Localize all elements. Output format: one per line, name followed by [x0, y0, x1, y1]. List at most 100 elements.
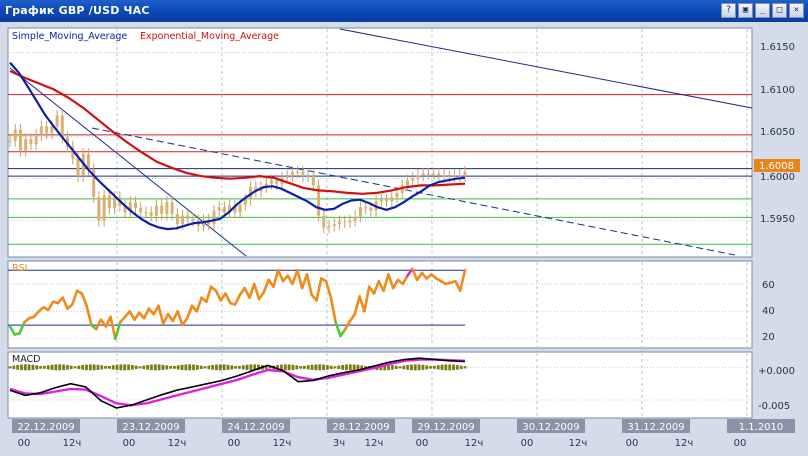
price-bar-body	[395, 192, 399, 198]
macd-histogram-bar	[77, 365, 81, 370]
price-bar-body	[170, 202, 174, 214]
macd-histogram-bar	[402, 365, 406, 370]
macd-histogram-bar	[12, 365, 16, 370]
macd-histogram-bar	[96, 364, 100, 370]
price-bar-body	[437, 173, 441, 176]
macd-histogram-bar	[153, 364, 157, 371]
macd-histogram-bar	[241, 365, 245, 370]
macd-histogram-bar	[100, 365, 104, 370]
price-tick: 1.6100	[760, 85, 795, 96]
macd-histogram-bar	[108, 365, 111, 369]
macd-histogram-bar	[452, 364, 455, 371]
macd-histogram-bar	[390, 365, 394, 370]
macd-histogram-bar	[394, 365, 398, 370]
current-price-label: 1.6008	[759, 161, 794, 172]
macd-histogram-bar	[249, 364, 253, 371]
macd-histogram-bar	[92, 364, 96, 371]
macd-histogram-bar	[69, 365, 73, 370]
macd-histogram-bar	[62, 364, 65, 371]
macd-histogram-bar	[127, 364, 130, 371]
price-bar-body	[76, 158, 80, 177]
macd-histogram-bar	[436, 365, 440, 370]
macd-histogram-bar	[406, 364, 410, 370]
price-bar-body	[337, 221, 341, 225]
price-bar-body	[343, 221, 347, 223]
price-bar-body	[442, 175, 446, 177]
macd-histogram-bar	[291, 364, 295, 370]
legend-ema: Exponential_Moving_Average	[140, 31, 279, 42]
price-bar-body	[39, 126, 43, 135]
macd-histogram-bar	[444, 364, 448, 371]
macd-histogram-bar	[119, 364, 123, 371]
price-bar-body	[379, 199, 383, 202]
price-bar-body	[290, 171, 294, 177]
macd-histogram-bar	[180, 364, 184, 370]
price-bar-body	[181, 215, 185, 225]
price-bar-body	[212, 210, 216, 225]
price-bar-body	[50, 126, 54, 134]
price-bar-body	[411, 177, 415, 181]
macd-histogram-bar	[73, 366, 77, 369]
macd-histogram-bar	[203, 366, 207, 369]
macd-histogram-bar	[425, 365, 429, 370]
macd-histogram-bar	[211, 364, 215, 370]
macd-histogram-bar	[207, 365, 211, 370]
price-bar-body	[385, 199, 389, 202]
macd-histogram-bar	[165, 365, 169, 370]
macd-histogram-bar	[104, 366, 107, 369]
macd-histogram-bar	[287, 364, 291, 371]
macd-histogram-bar	[20, 364, 23, 371]
macd-histogram-bar	[65, 365, 69, 370]
macd-histogram-bar	[31, 364, 35, 370]
price-bar-body	[149, 212, 153, 216]
macd-histogram-bar	[421, 364, 425, 370]
macd-histogram-bar	[318, 364, 322, 371]
rsi-tick: 40	[762, 306, 775, 317]
price-bar-body	[306, 176, 310, 178]
rsi-label: RSI	[12, 263, 27, 274]
price-bar-body	[426, 173, 430, 175]
chart-window: График GBP /USD ЧАС ? ▣ _ □ ✕ Simple_Mov…	[0, 0, 808, 456]
macd-histogram-bar	[184, 364, 188, 371]
price-bar-body	[165, 202, 169, 214]
macd-histogram-bar	[398, 366, 402, 369]
macd-histogram-bar	[8, 366, 12, 369]
price-bar-body	[358, 207, 362, 217]
chart-canvas[interactable]: Simple_Moving_Average Exponential_Moving…	[0, 0, 808, 456]
macd-histogram-bar	[54, 364, 58, 371]
macd-histogram-bar	[433, 365, 436, 369]
price-panel	[7, 27, 753, 258]
price-bar-body	[458, 175, 462, 177]
macd-histogram-bar	[325, 365, 329, 370]
price-bar-body	[243, 199, 247, 205]
macd-histogram-bar	[146, 364, 150, 370]
macd-histogram-bar	[245, 364, 249, 370]
macd-histogram-bar	[46, 365, 50, 370]
macd-histogram-bar	[429, 366, 432, 369]
macd-tick: -0.005	[758, 401, 790, 412]
macd-histogram-bar	[352, 364, 356, 371]
macd-histogram-bar	[81, 365, 85, 370]
price-bar-body	[432, 173, 436, 175]
price-bar-body	[222, 207, 226, 213]
macd-histogram-bar	[161, 364, 165, 370]
price-tick: 1.5950	[760, 214, 795, 225]
price-bar-body	[154, 205, 158, 216]
macd-histogram-bar	[337, 365, 341, 370]
macd-histogram-bar	[50, 364, 54, 370]
macd-histogram-bar	[333, 366, 337, 369]
price-bar-body	[327, 225, 331, 228]
macd-histogram-bar	[218, 364, 222, 371]
rsi-tick: 60	[762, 280, 775, 291]
macd-histogram-bar	[16, 365, 20, 370]
price-bar-body	[217, 207, 221, 211]
price-bar-body	[144, 212, 148, 214]
price-bar-body	[107, 195, 111, 209]
price-bar-body	[13, 129, 17, 141]
price-bar-body	[285, 176, 289, 178]
price-bar-body	[191, 219, 195, 221]
price-bar-body	[405, 180, 409, 186]
rsi-panel	[7, 260, 753, 349]
macd-histogram-bar	[123, 364, 127, 371]
price-bar-body	[332, 224, 336, 226]
